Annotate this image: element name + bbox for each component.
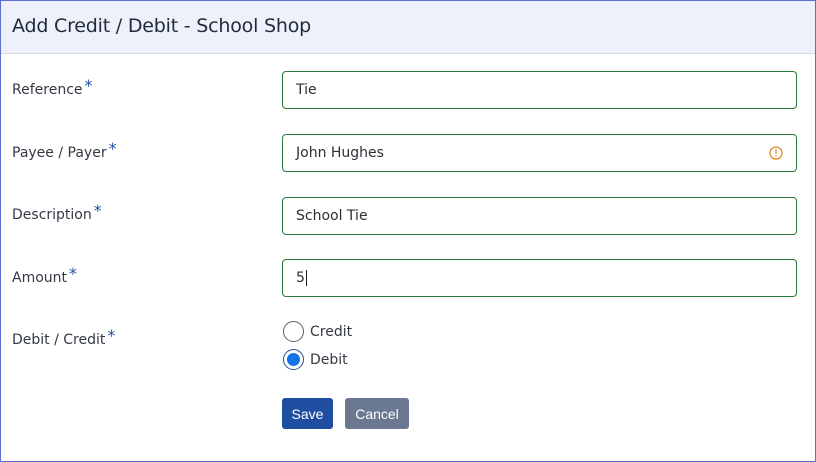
credit-radio-label[interactable]: Credit (310, 324, 352, 340)
debit-credit-label: Debit / Credit * (12, 326, 116, 348)
required-marker: * (93, 201, 102, 220)
credit-radio[interactable] (283, 321, 304, 342)
payee-input-value: John Hughes (296, 145, 384, 161)
amount-label-text: Amount (12, 270, 68, 286)
amount-label: Amount * (12, 264, 78, 286)
text-cursor (305, 270, 307, 286)
reference-input-value: Tie (296, 82, 317, 98)
description-input[interactable]: School Tie (282, 197, 797, 235)
page-title: Add Credit / Debit - School Shop (12, 15, 311, 37)
required-marker: * (69, 264, 78, 283)
required-marker: * (107, 326, 116, 345)
cancel-button[interactable]: Cancel (345, 398, 409, 429)
debit-option[interactable]: Debit (283, 349, 348, 370)
payee-label: Payee / Payer * (12, 139, 117, 161)
amount-input[interactable]: 5 (282, 259, 797, 297)
dialog-header: Add Credit / Debit - School Shop (1, 1, 815, 54)
description-label: Description * (12, 201, 102, 223)
debit-credit-label-text: Debit / Credit (12, 332, 106, 348)
payee-input[interactable]: John Hughes (282, 134, 797, 172)
reference-input[interactable]: Tie (282, 71, 797, 109)
amount-input-value: 5 (296, 270, 305, 286)
save-button[interactable]: Save (282, 398, 333, 429)
required-marker: * (108, 139, 117, 158)
payee-label-text: Payee / Payer (12, 145, 107, 161)
info-circle-icon (769, 146, 783, 160)
reference-label-text: Reference (12, 82, 83, 98)
credit-option[interactable]: Credit (283, 321, 352, 342)
reference-label: Reference * (12, 76, 93, 98)
description-label-text: Description (12, 207, 92, 223)
debit-radio-label[interactable]: Debit (310, 352, 348, 368)
required-marker: * (84, 76, 93, 95)
dialog-window: Add Credit / Debit - School Shop Referen… (0, 0, 816, 462)
debit-radio[interactable] (283, 349, 304, 370)
description-input-value: School Tie (296, 208, 368, 224)
